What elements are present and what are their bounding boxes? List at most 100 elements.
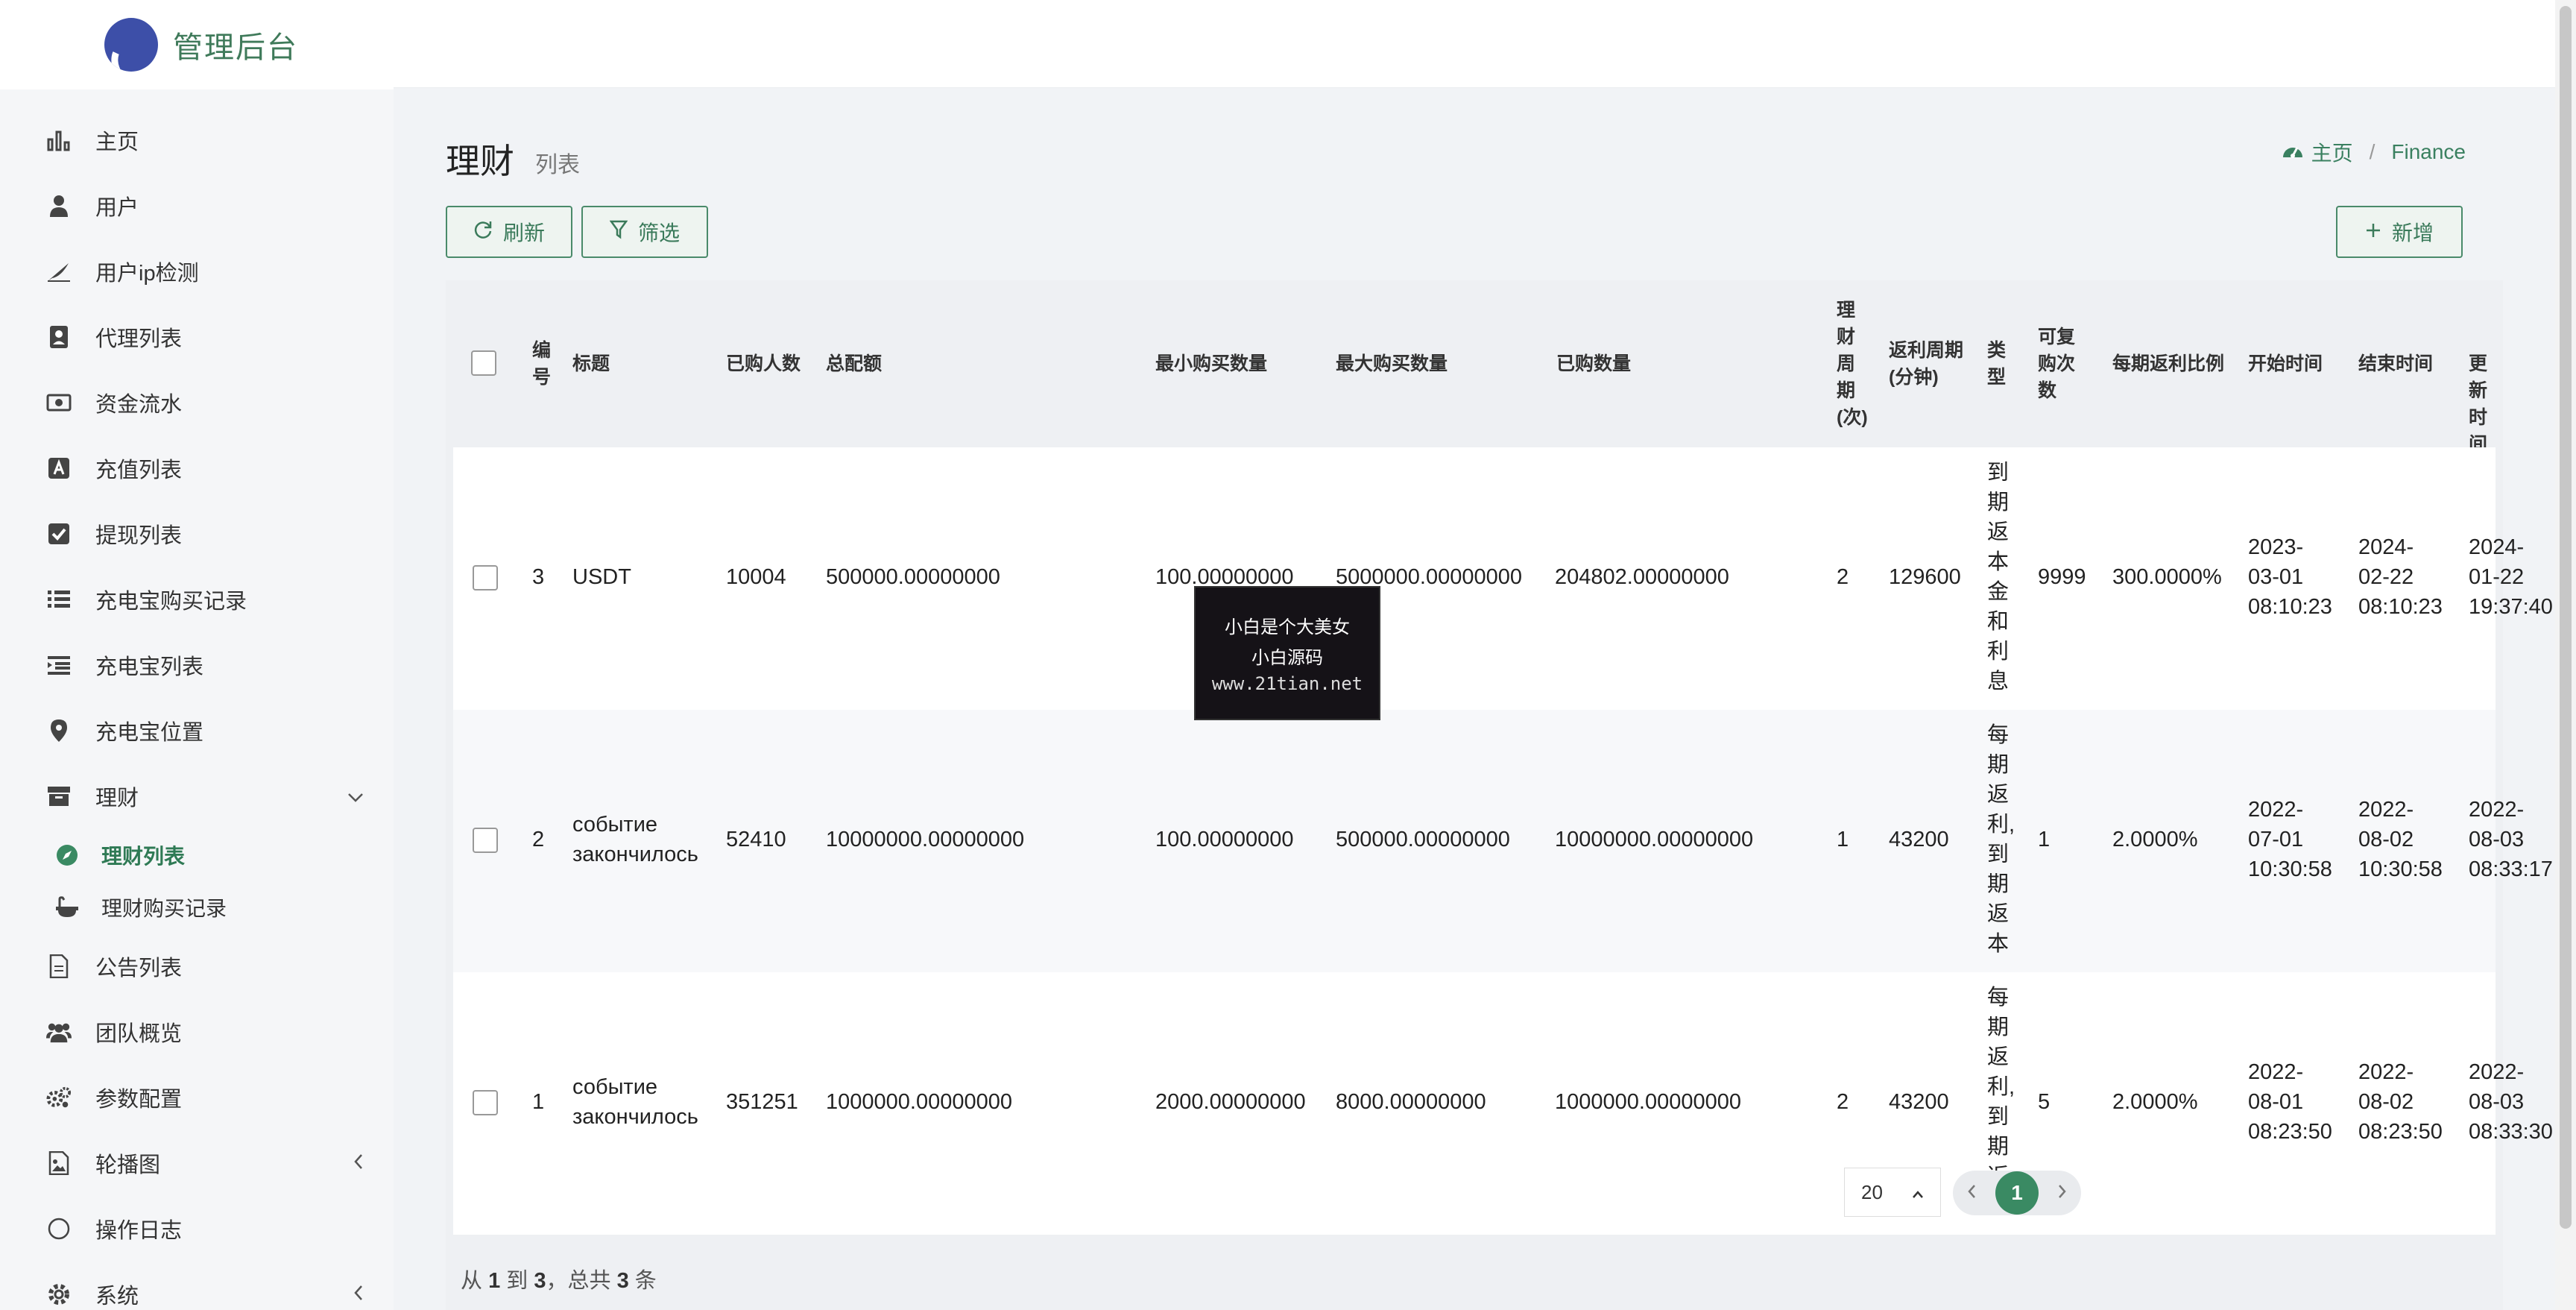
col-period-times[interactable]: 理 财 周 期 (次) [1837,297,1868,431]
window-scrollbar[interactable] [2555,0,2576,1310]
sidebar: 管理后台 主页 用户 用户ip检测 代理列表 资金流水 充值列表 提现列表 充电… [0,0,394,1310]
pagination-total-label: ，总共 [546,1269,611,1293]
sidebar-item-label: 主页 [95,130,139,154]
col-updated[interactable]: 更新时间 [2469,350,2503,458]
select-all-checkbox[interactable] [471,350,496,376]
cell-max: 8000.00000000 [1336,1090,1486,1114]
table-row[interactable]: 2 событие закончилось 52410 10000000.000… [453,710,2553,972]
plus-icon [2365,220,2381,244]
file-icon [46,954,72,979]
add-button[interactable]: 新增 [2336,206,2463,258]
cell-period-times: 1 [1837,828,1849,851]
page-title: 理财 [446,142,514,180]
cell-min: 100.00000000 [1155,828,1294,851]
col-repeat[interactable]: 可复 购次 数 [2038,324,2075,404]
cell-period-minutes: 43200 [1889,1090,1949,1114]
page-size-select[interactable]: 20 [1844,1168,1941,1217]
sidebar-item-operation-log[interactable]: 操作日志 [0,1196,394,1262]
sidebar-item-agents[interactable]: 代理列表 [0,304,394,370]
add-label: 新增 [2391,221,2434,245]
user-icon [46,193,72,218]
sidebar-item-label: 参数配置 [95,1088,183,1112]
sidebar-item-label: 资金流水 [95,393,183,417]
col-max[interactable]: 最大购买数量 [1336,350,1448,377]
sidebar-item-withdraw[interactable]: 提现列表 [0,501,394,567]
pagination-suffix: 条 [634,1269,657,1293]
breadcrumb-home[interactable]: 主页 [2311,137,2353,167]
refresh-button[interactable]: 刷新 [446,206,572,258]
chevron-up-icon [1912,1181,1924,1204]
col-title[interactable]: 标题 [572,350,610,377]
cell-repeat: 1 [2038,828,2051,851]
col-type[interactable]: 类 型 [1987,337,2006,391]
cell-period-times: 2 [1837,1090,1849,1114]
col-period-minutes[interactable]: 返利周期 (分钟) [1889,337,1963,391]
cell-rate: 300.0000% [2112,565,2222,589]
sidebar-item-label: 操作日志 [95,1219,183,1243]
page-size-value: 20 [1861,1180,1883,1203]
map-marker-icon [46,718,72,743]
chevron-down-icon [347,785,364,808]
sidebar-item-label: 充电宝列表 [95,655,204,679]
prev-page-icon[interactable] [1966,1180,1977,1206]
col-min[interactable]: 最小购买数量 [1155,350,1267,377]
next-page-icon[interactable] [2057,1180,2068,1206]
sidebar-item-notices[interactable]: 公告列表 [0,933,394,999]
row-checkbox[interactable] [473,565,498,591]
col-total[interactable]: 总配额 [826,350,882,377]
sidebar-item-powerbank-list[interactable]: 充电宝列表 [0,632,394,698]
col-end[interactable]: 结束时间 [2358,350,2433,377]
row-checkbox[interactable] [473,1090,498,1115]
sidebar-item-recharge[interactable]: 充值列表 [0,435,394,501]
page-button-current[interactable]: 1 [1995,1171,2039,1215]
sidebar-item-powerbank-location[interactable]: 充电宝位置 [0,698,394,763]
pagination-prefix: 从 [461,1269,483,1293]
cell-updated: 2022- 08-03 08:33:17 [2469,798,2553,881]
sidebar-item-powerbank-purchases[interactable]: 充电宝购买记录 [0,567,394,632]
money-bill-icon [46,390,72,415]
sidebar-item-users[interactable]: 用户 [0,173,394,239]
sidebar-item-home[interactable]: 主页 [0,107,394,173]
col-start[interactable]: 开始时间 [2248,350,2323,377]
table-header: 编 号 标题 已购人数 总配额 最小购买数量 最大购买数量 已购数量 理 财 周… [446,280,2503,455]
cell-buyers: 351251 [726,1090,798,1114]
cell-period-minutes: 129600 [1889,565,1961,589]
scrollbar-thumb[interactable] [2560,6,2572,1229]
table-row[interactable]: 3 USDT 10004 500000.00000000 100.0000000… [453,447,2553,710]
cell-end: 2022- 08-02 08:23:50 [2358,1060,2443,1144]
filter-icon [609,220,628,245]
col-bought[interactable]: 已购数量 [1556,350,1631,377]
logo-area[interactable]: 管理后台 [0,0,394,89]
watermark-image: 小白是个大美女 小白源码 www.21tian.net [1194,586,1380,720]
sidebar-item-label: 充电宝购买记录 [95,590,247,614]
cell-bought: 1000000.00000000 [1555,1090,1741,1114]
gear-icon [46,1282,72,1307]
table-row[interactable]: 1 событие закончилось 351251 1000000.000… [453,972,2553,1235]
sidebar-item-finance[interactable]: 理财 [0,763,394,829]
sidebar-item-fund-flow[interactable]: 资金流水 [0,370,394,435]
sidebar-item-settings[interactable]: 参数配置 [0,1065,394,1130]
col-id[interactable]: 编 号 [532,337,551,391]
cell-end: 2022- 08-02 10:30:58 [2358,798,2443,881]
feather-icon [46,259,72,284]
chevron-left-icon [353,1152,364,1175]
sidebar-subitem-finance-list[interactable]: 理财列表 [0,829,394,881]
circle-icon [46,1216,72,1241]
finance-table: 编 号 标题 已购人数 总配额 最小购买数量 最大购买数量 已购数量 理 财 周… [446,280,2553,1310]
cogs-icon [46,1085,72,1110]
sidebar-item-user-ip[interactable]: 用户ip检测 [0,239,394,304]
pagination-from: 1 [488,1269,501,1293]
main-content: 理财 列表 主页 / Finance 刷新 筛选 新增 编 号 标题 已购人数 [394,88,2555,1310]
sidebar-item-carousel[interactable]: 轮播图 [0,1130,394,1196]
cell-title: событие закончилось [572,1075,698,1129]
col-buyers[interactable]: 已购人数 [726,350,801,377]
row-checkbox[interactable] [473,828,498,853]
filter-button[interactable]: 筛选 [581,206,708,258]
app-title: 管理后台 [173,31,298,64]
sidebar-item-system[interactable]: 系统 [0,1262,394,1310]
cell-end: 2024- 02-22 08:10:23 [2358,535,2443,619]
cell-start: 2022- 07-01 10:30:58 [2248,798,2332,881]
col-rate[interactable]: 每期返利比例 [2112,350,2224,377]
sidebar-item-team[interactable]: 团队概览 [0,999,394,1065]
sidebar-subitem-finance-purchases[interactable]: 理财购买记录 [0,881,394,933]
